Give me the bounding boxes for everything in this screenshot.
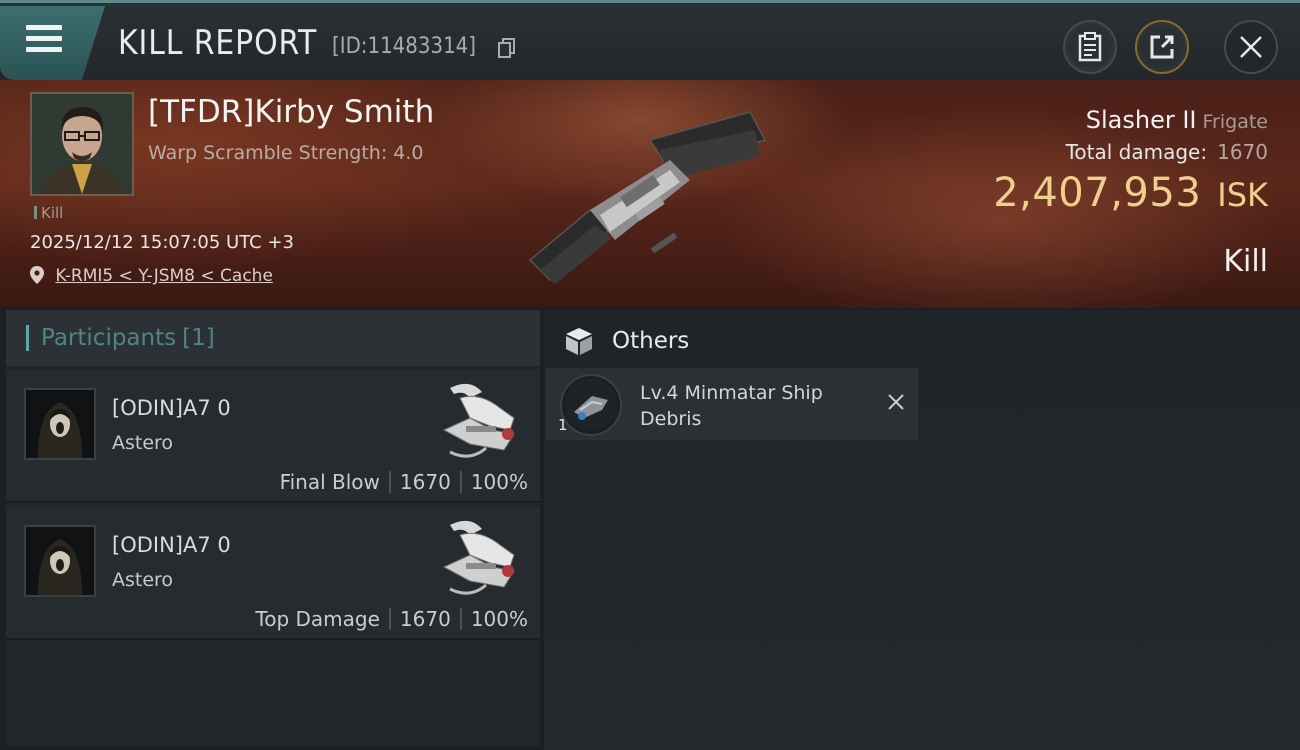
isk-loss: 2,407,953 ISK <box>993 170 1268 216</box>
item-quantity: 1 <box>558 416 568 434</box>
clipboard-icon <box>1078 32 1102 62</box>
participant-role: Top Damage <box>255 607 380 631</box>
participant-percent: 100% <box>470 470 528 494</box>
report-id: [ID:11483314] <box>332 34 476 59</box>
total-damage-value: 1670 <box>1217 140 1268 164</box>
others-header: Others <box>564 326 689 356</box>
kill-type: Kill <box>1223 244 1268 279</box>
location-pin-icon <box>30 266 44 284</box>
item-name: Lv.4 Minmatar Ship Debris <box>640 382 823 430</box>
victim-banner: [TFDR]Kirby Smith Warp Scramble Strength… <box>0 80 1300 308</box>
participants-label: Participants <box>41 325 177 351</box>
participant-percent: 100% <box>470 607 528 631</box>
clipboard-button[interactable] <box>1063 20 1117 74</box>
participant-name[interactable]: [ODIN]A7 0 <box>112 533 231 557</box>
share-button[interactable] <box>1135 20 1189 74</box>
ship-debris-icon <box>560 374 622 436</box>
others-panel: Others 1 Lv.4 Minmatar Ship Debris <box>544 310 1300 750</box>
participant-avatar[interactable] <box>24 388 96 460</box>
location-link[interactable]: K-RMI5 < Y-JSM8 < Cache <box>30 266 273 286</box>
participant-damage: 1670 <box>399 607 451 631</box>
isk-unit: ISK <box>1217 176 1268 214</box>
page-title: KILL REPORT <box>118 23 318 63</box>
others-label: Others <box>612 328 690 354</box>
participant-row[interactable]: [ODIN]A7 0 Astero Top Damage 1670 100% <box>6 507 540 640</box>
total-damage: Total damage: 1670 <box>1066 140 1268 164</box>
share-icon <box>1150 35 1174 59</box>
victim-subtitle: Warp Scramble Strength: 4.0 <box>148 142 424 164</box>
participant-damage: 1670 <box>399 470 451 494</box>
cube-icon <box>566 328 592 355</box>
victim-ship: Slasher II Frigate <box>1086 106 1268 134</box>
destroyed-x-icon <box>888 394 904 410</box>
kill-count: Kill <box>34 204 63 222</box>
astero-ship-icon <box>442 520 515 595</box>
location-text[interactable]: K-RMI5 < Y-JSM8 < Cache <box>55 266 273 286</box>
kill-datetime: 2025/12/12 15:07:05 UTC +3 <box>30 232 294 253</box>
close-button[interactable] <box>1224 20 1278 74</box>
participants-panel: Participants [1] [ODIN]A7 0 Astero Final… <box>6 310 540 746</box>
participant-stats: Top Damage 1670 100% <box>255 607 528 631</box>
participant-ship: Astero <box>112 432 174 454</box>
loot-item[interactable]: 1 Lv.4 Minmatar Ship Debris <box>546 368 918 440</box>
participant-ship: Astero <box>112 569 174 591</box>
participant-role: Final Blow <box>279 470 380 494</box>
copy-icon[interactable] <box>498 38 516 58</box>
victim-name[interactable]: [TFDR]Kirby Smith <box>148 94 434 130</box>
isk-value: 2,407,953 <box>993 170 1202 216</box>
divider <box>388 608 391 630</box>
astero-ship-icon <box>442 383 515 458</box>
top-bar: KILL REPORT [ID:11483314] <box>0 0 1300 80</box>
participant-stats: Final Blow 1670 100% <box>280 470 528 494</box>
victim-ship-image <box>528 111 767 284</box>
total-damage-label: Total damage: <box>1065 140 1208 164</box>
victim-portrait[interactable] <box>30 92 134 196</box>
hooded-pilot-icon <box>26 527 94 595</box>
divider <box>388 471 391 493</box>
hooded-pilot-icon <box>26 390 94 458</box>
divider <box>459 608 462 630</box>
accent-bar <box>26 325 29 351</box>
participant-avatar[interactable] <box>24 525 96 597</box>
victim-ship-name: Slasher II <box>1085 106 1197 134</box>
close-icon <box>1240 36 1262 58</box>
pilot-avatar-icon <box>32 94 132 194</box>
participant-row[interactable]: [ODIN]A7 0 Astero Final Blow 1670 100% <box>6 370 540 503</box>
hamburger-menu-icon[interactable] <box>26 25 62 55</box>
participants-count: [1] <box>182 325 215 351</box>
divider <box>459 471 462 493</box>
kill-count-label: Kill <box>41 204 64 222</box>
participants-header[interactable]: Participants [1] <box>6 310 540 366</box>
victim-ship-class: Frigate <box>1202 111 1268 133</box>
participant-name[interactable]: [ODIN]A7 0 <box>112 396 231 420</box>
